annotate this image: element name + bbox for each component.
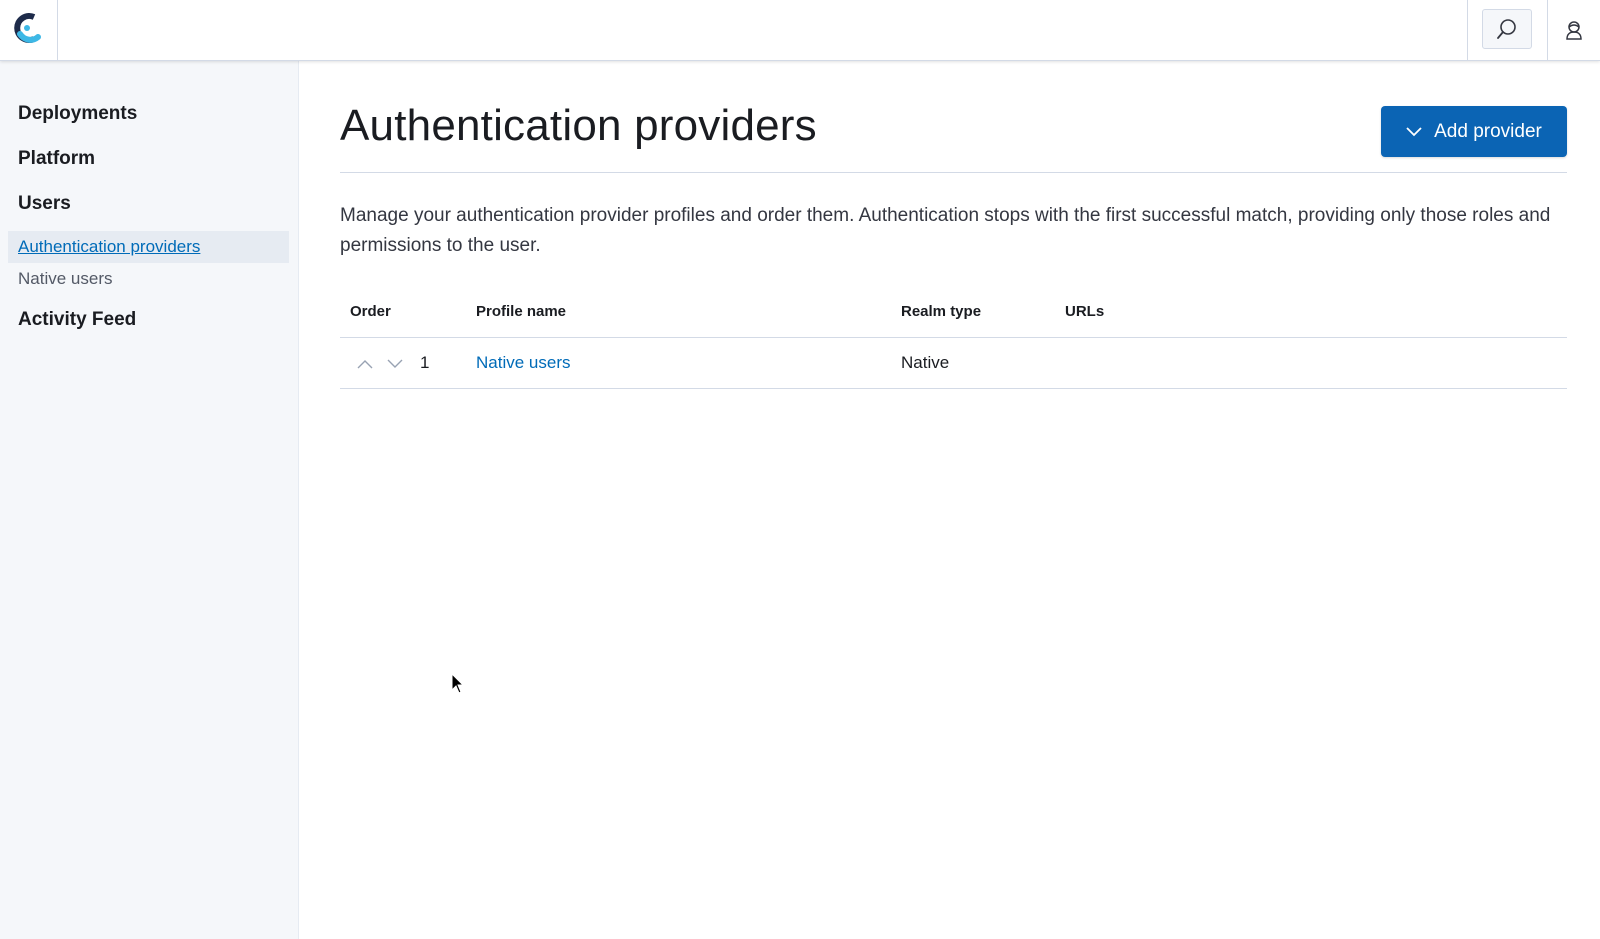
- sidebar-item-users[interactable]: Users: [18, 193, 71, 215]
- table-header: Order Profile name Realm type URLs: [340, 295, 1567, 338]
- column-header-urls[interactable]: URLs: [1065, 303, 1104, 320]
- top-header: [0, 0, 1600, 61]
- sidebar-item-platform[interactable]: Platform: [18, 148, 95, 170]
- sidebar-item-activity-feed[interactable]: Activity Feed: [18, 309, 136, 331]
- logo-link[interactable]: [0, 0, 58, 60]
- user-icon: [1566, 21, 1582, 40]
- user-menu-button[interactable]: [1547, 0, 1600, 60]
- add-provider-button[interactable]: Add provider: [1381, 106, 1567, 157]
- main-content: Authentication providers Add provider Ma…: [300, 61, 1600, 939]
- row-order-value: 1: [420, 353, 430, 372]
- chevron-down-icon: [387, 359, 403, 368]
- column-header-profile-name[interactable]: Profile name: [476, 303, 566, 320]
- table-row: 1 Native users Native: [340, 338, 1567, 389]
- realm-type-value: Native: [901, 353, 950, 372]
- search-icon: [1497, 19, 1516, 39]
- chevron-up-icon: [357, 360, 373, 369]
- elastic-cloud-logo-icon: [14, 13, 41, 43]
- column-header-order[interactable]: Order: [350, 303, 391, 320]
- profile-name-link[interactable]: Native users: [476, 353, 570, 373]
- column-header-realm-type[interactable]: Realm type: [901, 303, 981, 320]
- move-up-button[interactable]: [355, 356, 375, 372]
- sidebar-nav: Deployments Platform Users Authenticatio…: [0, 61, 299, 939]
- mouse-cursor-icon: [451, 673, 465, 694]
- chevron-down-icon: [1406, 126, 1422, 136]
- providers-table: Order Profile name Realm type URLs 1 Nat…: [340, 295, 1567, 389]
- search-section: [1467, 0, 1547, 60]
- sidebar-item-authentication-providers[interactable]: Authentication providers: [8, 231, 289, 263]
- add-provider-button-label: Add provider: [1434, 120, 1542, 142]
- sidebar-item-deployments[interactable]: Deployments: [18, 103, 137, 125]
- move-down-button[interactable]: [385, 356, 405, 372]
- title-divider: [340, 172, 1567, 173]
- sidebar-item-native-users[interactable]: Native users: [8, 263, 289, 295]
- search-button[interactable]: [1482, 9, 1532, 49]
- page-description: Manage your authentication provider prof…: [340, 205, 1551, 256]
- page-title: Authentication providers: [340, 101, 817, 150]
